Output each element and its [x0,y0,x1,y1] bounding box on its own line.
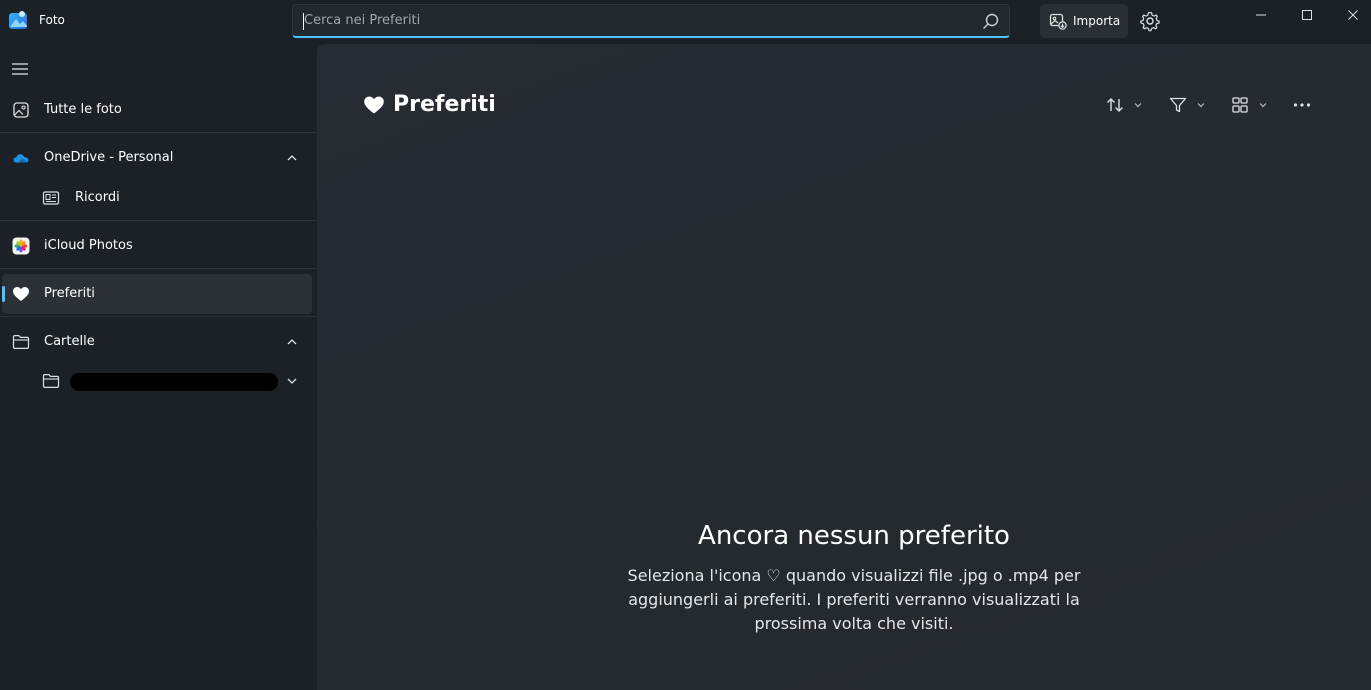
filter-icon [1169,97,1187,113]
sort-icon [1107,98,1123,112]
chevron-up-icon[interactable] [284,150,300,166]
empty-state-description: Seleziona l'icona ♡ quando visualizzi fi… [627,566,1081,633]
divider [0,316,317,317]
sidebar-item-memories[interactable]: Ricordi [0,178,317,218]
sidebar-item-label: Preferiti [44,286,95,301]
more-options-button[interactable] [1292,94,1312,116]
sidebar-item-icloud[interactable]: iCloud Photos [0,226,317,266]
sidebar-item-folders[interactable]: Cartelle [0,322,317,362]
sort-button[interactable] [1105,94,1143,116]
title-bar: Foto Importa [0,0,1371,44]
sidebar-item-label: Ricordi [75,190,120,205]
view-layout-button[interactable] [1230,94,1268,116]
sidebar-item-folder-redacted[interactable] [0,361,317,401]
chevron-down-icon [1259,103,1267,108]
search-icon[interactable] [982,13,999,30]
divider [0,268,317,269]
page-header: Preferiti [363,92,496,117]
selection-indicator [2,286,5,302]
sidebar-item-onedrive[interactable]: OneDrive - Personal [0,138,317,178]
photos-app-icon [9,11,27,29]
search-input[interactable] [302,5,962,36]
divider [0,132,317,133]
chevron-down-icon [1197,103,1205,108]
memories-icon [41,188,61,208]
search-box[interactable] [292,4,1010,38]
more-dots-icon [1293,103,1311,107]
close-button[interactable] [1330,0,1371,30]
filter-button[interactable] [1168,94,1206,116]
onedrive-cloud-icon [11,148,31,168]
sidebar-item-label: Tutte le foto [44,102,122,117]
grid-view-icon [1232,97,1248,113]
close-icon [1348,10,1358,20]
empty-state-title: Ancora nessun preferito [698,521,1010,551]
page-title: Preferiti [393,92,496,117]
gear-icon[interactable] [1139,10,1161,32]
chevron-down-icon [1134,103,1142,108]
image-icon [11,100,31,120]
import-label: Importa [1073,14,1121,28]
minimize-button[interactable] [1238,0,1284,30]
folder-icon [41,371,61,391]
import-button[interactable]: Importa [1040,4,1128,38]
heart-icon [11,284,31,304]
redacted-folder-name [70,373,278,391]
chevron-up-icon[interactable] [284,334,300,350]
app-title: Foto [39,13,65,27]
maximize-icon [1302,10,1312,20]
sidebar-item-label: Cartelle [44,334,95,349]
hamburger-menu-icon[interactable] [8,60,32,78]
import-icon [1049,13,1067,30]
sidebar-item-label: OneDrive - Personal [44,150,174,165]
sidebar: Tutte le foto OneDrive - Personal Ricord… [0,44,317,690]
chevron-down-icon[interactable] [284,373,300,389]
sidebar-item-label: iCloud Photos [44,238,133,253]
maximize-button[interactable] [1284,0,1330,30]
icloud-photos-icon [11,236,31,256]
sidebar-item-all-photos[interactable]: Tutte le foto [0,90,317,130]
folder-icon [11,332,31,352]
main-content: Preferiti Ancora nessun preferito Selezi… [317,44,1371,690]
minimize-icon [1256,14,1266,16]
photos-window: Foto Importa [0,0,1371,690]
sidebar-item-favorites[interactable]: Preferiti [2,274,312,314]
heart-icon [364,95,384,114]
divider [0,220,317,221]
